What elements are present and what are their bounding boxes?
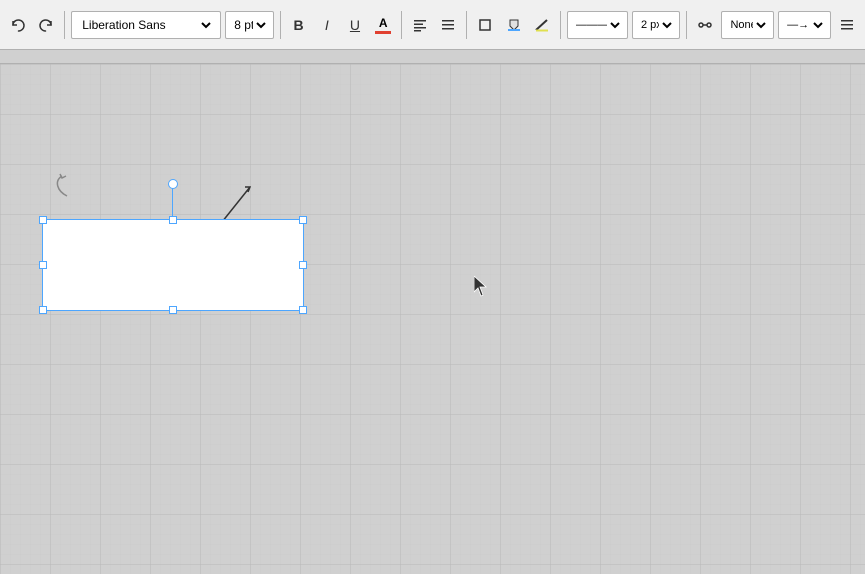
redo-button[interactable]: [34, 11, 58, 39]
handle-bottom-left[interactable]: [39, 306, 47, 314]
grid: [0, 64, 865, 574]
separator-3: [401, 11, 402, 39]
font-size-dropdown[interactable]: 6 pt 7 pt 8 pt 9 pt 10 pt 12 pt: [230, 17, 268, 33]
separator-4: [466, 11, 467, 39]
sub-toolbar: [0, 50, 865, 64]
arrow-end-dropdown[interactable]: —→ ←— ←→ ———: [783, 18, 826, 32]
font-family-dropdown[interactable]: Liberation Sans Arial Times New Roman Co…: [78, 17, 214, 33]
handle-top-right[interactable]: [299, 216, 307, 224]
line-color-button[interactable]: [530, 11, 554, 39]
separator-1: [64, 11, 65, 39]
bold-button[interactable]: B: [287, 11, 311, 39]
separator-5: [560, 11, 561, 39]
handle-middle-right[interactable]: [299, 261, 307, 269]
separator-2: [280, 11, 281, 39]
handle-bottom-middle[interactable]: [169, 306, 177, 314]
more-options-button[interactable]: [835, 11, 859, 39]
underline-button[interactable]: U: [343, 11, 367, 39]
fill-color-button[interactable]: [502, 11, 526, 39]
spacing-button[interactable]: [436, 11, 460, 39]
connector-type-select[interactable]: None Elbow Straight: [721, 11, 774, 39]
separator-6: [686, 11, 687, 39]
align-button[interactable]: [408, 11, 432, 39]
shape-outline-button[interactable]: [473, 11, 497, 39]
font-size-select[interactable]: 6 pt 7 pt 8 pt 9 pt 10 pt 12 pt: [225, 11, 273, 39]
connection-button[interactable]: [693, 11, 717, 39]
text-box-selected[interactable]: [42, 219, 304, 311]
line-weight-select[interactable]: 1 px 2 px 3 px 4 px: [632, 11, 680, 39]
handle-top-left[interactable]: [39, 216, 47, 224]
line-style-select[interactable]: ———— - - - - · · · ·: [567, 11, 628, 39]
handle-bottom-right[interactable]: [299, 306, 307, 314]
font-color-button[interactable]: A: [371, 11, 395, 39]
handle-top-middle[interactable]: [169, 216, 177, 224]
undo-button[interactable]: [6, 11, 30, 39]
rotation-handle-line: [172, 187, 173, 219]
rotation-handle-circle[interactable]: [168, 179, 178, 189]
connector-type-dropdown[interactable]: None Elbow Straight: [726, 18, 769, 32]
line-weight-dropdown[interactable]: 1 px 2 px 3 px 4 px: [637, 18, 675, 32]
line-style-dropdown[interactable]: ———— - - - - · · · ·: [572, 18, 623, 32]
handle-middle-left[interactable]: [39, 261, 47, 269]
font-color-label: A: [379, 16, 388, 30]
italic-button[interactable]: I: [315, 11, 339, 39]
toolbar: Liberation Sans Arial Times New Roman Co…: [0, 0, 865, 50]
arrow-end-select[interactable]: —→ ←— ←→ ———: [778, 11, 831, 39]
text-box[interactable]: [42, 219, 304, 311]
font-color-indicator: [375, 31, 391, 34]
canvas-area[interactable]: [0, 64, 865, 574]
font-family-select[interactable]: Liberation Sans Arial Times New Roman Co…: [71, 11, 221, 39]
rotation-indicator: [52, 171, 82, 201]
